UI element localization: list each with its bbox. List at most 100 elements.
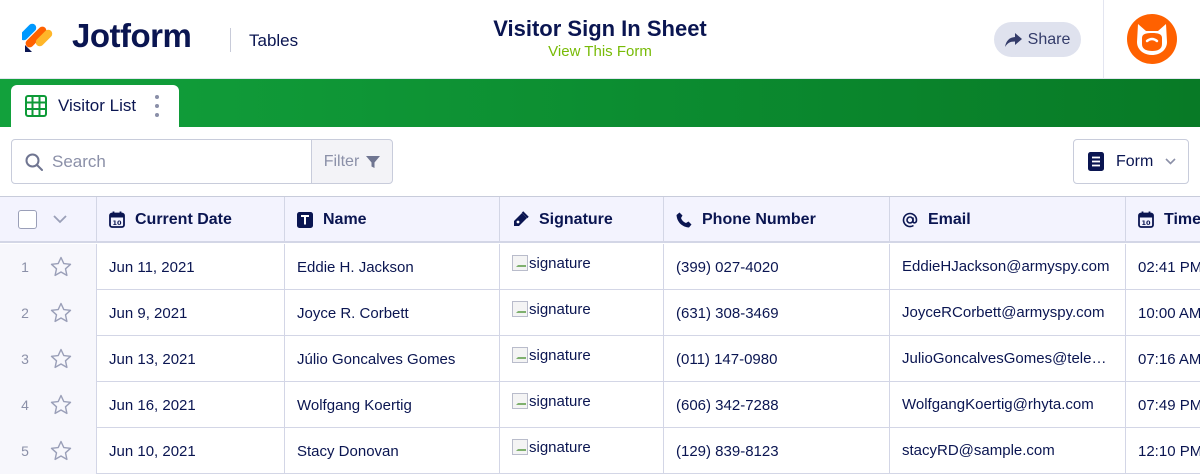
broken-image-icon bbox=[512, 439, 528, 455]
row-number: 4 bbox=[21, 397, 29, 413]
header-divider bbox=[1103, 0, 1104, 79]
share-button[interactable]: Share bbox=[994, 22, 1081, 57]
column-header-current-date[interactable]: 10 Current Date bbox=[97, 197, 285, 242]
column-label: Email bbox=[928, 210, 971, 228]
email-text: EddieHJackson@armyspy.com bbox=[902, 258, 1110, 275]
search-box bbox=[11, 139, 312, 184]
column-header-time[interactable]: 10 Time bbox=[1126, 197, 1200, 242]
signature-alt-text: signature bbox=[529, 439, 591, 456]
date-cell[interactable]: Jun 9, 2021 bbox=[97, 290, 285, 336]
app-header: Jotform Tables Visitor Sign In Sheet Vie… bbox=[0, 0, 1200, 79]
funnel-icon bbox=[366, 155, 381, 168]
column-header-name[interactable]: Name bbox=[285, 197, 500, 242]
form-view-button[interactable]: Form bbox=[1073, 139, 1189, 184]
time-cell[interactable]: 12:10 PM bbox=[1126, 428, 1200, 474]
data-table: 10 Current Date Name Signature Phone Num… bbox=[0, 196, 1200, 474]
email-text: stacyRD@sample.com bbox=[902, 442, 1055, 459]
search-input[interactable] bbox=[52, 148, 302, 176]
signature-alt-text: signature bbox=[529, 347, 591, 364]
filter-button[interactable]: Filter bbox=[311, 139, 393, 184]
filter-label: Filter bbox=[323, 152, 360, 170]
phone-cell[interactable]: (606) 342-7288 bbox=[664, 382, 890, 428]
table-grid-icon bbox=[25, 95, 47, 117]
chevron-down-icon bbox=[1165, 158, 1176, 165]
star-icon[interactable] bbox=[50, 440, 72, 462]
signature-cell[interactable]: signature bbox=[500, 290, 664, 336]
text-icon bbox=[297, 211, 313, 228]
share-arrow-icon bbox=[1004, 32, 1022, 47]
signature-cell[interactable]: signature bbox=[500, 382, 664, 428]
star-icon[interactable] bbox=[50, 348, 72, 370]
column-header-email[interactable]: Email bbox=[890, 197, 1126, 242]
email-cell[interactable]: EddieHJackson@armyspy.com bbox=[890, 244, 1126, 290]
time-cell[interactable]: 02:41 PM bbox=[1126, 244, 1200, 290]
tab-bar: Visitor List bbox=[0, 79, 1200, 127]
phone-cell[interactable]: (631) 308-3469 bbox=[664, 290, 890, 336]
share-label: Share bbox=[1027, 30, 1071, 48]
table-header: 10 Current Date Name Signature Phone Num… bbox=[0, 197, 1200, 243]
select-all-checkbox[interactable] bbox=[18, 210, 37, 229]
calendar-icon: 10 bbox=[109, 211, 125, 228]
search-icon bbox=[25, 153, 43, 171]
column-label: Time bbox=[1164, 210, 1200, 228]
broken-image-icon bbox=[512, 255, 528, 271]
row-number-cell: 1 bbox=[0, 244, 97, 290]
podo-cat-icon bbox=[1137, 24, 1167, 55]
column-header-phone-number[interactable]: Phone Number bbox=[664, 197, 890, 242]
date-cell[interactable]: Jun 10, 2021 bbox=[97, 428, 285, 474]
tab-label: Visitor List bbox=[58, 96, 137, 115]
name-cell[interactable]: Eddie H. Jackson bbox=[285, 244, 500, 290]
calendar-icon: 10 bbox=[1138, 211, 1154, 228]
at-icon bbox=[902, 212, 918, 227]
table-row[interactable]: 1 Jun 11, 2021 Eddie H. Jackson signatur… bbox=[0, 244, 1200, 290]
column-label: Current Date bbox=[135, 210, 232, 228]
form-document-icon bbox=[1088, 152, 1104, 171]
date-cell[interactable]: Jun 16, 2021 bbox=[97, 382, 285, 428]
time-cell[interactable]: 07:16 AM bbox=[1126, 336, 1200, 382]
broken-image-icon bbox=[512, 301, 528, 317]
email-cell[interactable]: stacyRD@sample.com bbox=[890, 428, 1126, 474]
star-icon[interactable] bbox=[50, 394, 72, 416]
email-text: JulioGoncalvesGomes@teleworm.us bbox=[902, 350, 1125, 367]
svg-text:10: 10 bbox=[112, 219, 122, 227]
phone-cell[interactable]: (129) 839-8123 bbox=[664, 428, 890, 474]
row-number-cell: 4 bbox=[0, 382, 97, 428]
name-cell[interactable]: Joyce R. Corbett bbox=[285, 290, 500, 336]
star-icon[interactable] bbox=[50, 302, 72, 324]
column-header-signature[interactable]: Signature bbox=[500, 197, 664, 242]
email-cell[interactable]: JoyceRCorbett@armyspy.com bbox=[890, 290, 1126, 336]
table-row[interactable]: 4 Jun 16, 2021 Wolfgang Koertig signatur… bbox=[0, 382, 1200, 428]
signature-cell[interactable]: signature bbox=[500, 336, 664, 382]
tab-visitor-list[interactable]: Visitor List bbox=[11, 85, 179, 127]
name-cell[interactable]: Júlio Goncalves Gomes bbox=[285, 336, 500, 382]
user-avatar[interactable] bbox=[1127, 14, 1177, 64]
date-cell[interactable]: Jun 13, 2021 bbox=[97, 336, 285, 382]
broken-image-icon bbox=[512, 393, 528, 409]
row-number-cell: 5 bbox=[0, 428, 97, 474]
email-cell[interactable]: JulioGoncalvesGomes@teleworm.us bbox=[890, 336, 1126, 382]
time-cell[interactable]: 07:49 PM bbox=[1126, 382, 1200, 428]
phone-cell[interactable]: (011) 147-0980 bbox=[664, 336, 890, 382]
tab-options-icon[interactable] bbox=[154, 95, 160, 117]
date-cell[interactable]: Jun 11, 2021 bbox=[97, 244, 285, 290]
row-number: 3 bbox=[21, 351, 29, 367]
signature-cell[interactable]: signature bbox=[500, 428, 664, 474]
signature-cell[interactable]: signature bbox=[500, 244, 664, 290]
phone-cell[interactable]: (399) 027-4020 bbox=[664, 244, 890, 290]
name-cell[interactable]: Stacy Donovan bbox=[285, 428, 500, 474]
select-all-header bbox=[0, 197, 97, 242]
table-row[interactable]: 3 Jun 13, 2021 Júlio Goncalves Gomes sig… bbox=[0, 336, 1200, 382]
table-row[interactable]: 5 Jun 10, 2021 Stacy Donovan signature (… bbox=[0, 428, 1200, 474]
signature-alt-text: signature bbox=[529, 393, 591, 410]
star-icon[interactable] bbox=[50, 256, 72, 278]
email-cell[interactable]: WolfgangKoertig@rhyta.com bbox=[890, 382, 1126, 428]
column-label: Signature bbox=[539, 210, 613, 228]
pen-icon bbox=[514, 211, 529, 226]
svg-text:10: 10 bbox=[1141, 219, 1151, 227]
chevron-down-icon[interactable] bbox=[52, 213, 68, 225]
name-cell[interactable]: Wolfgang Koertig bbox=[285, 382, 500, 428]
broken-image-icon bbox=[512, 347, 528, 363]
table-row[interactable]: 2 Jun 9, 2021 Joyce R. Corbett signature… bbox=[0, 290, 1200, 336]
view-form-link[interactable]: View This Form bbox=[548, 43, 652, 60]
time-cell[interactable]: 10:00 AM bbox=[1126, 290, 1200, 336]
